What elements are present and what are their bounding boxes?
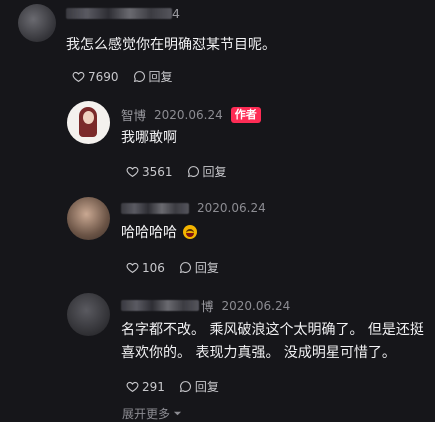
comment-text: 我怎么感觉你在明确怼某节目呢。 [66, 37, 276, 53]
reply-icon [187, 166, 199, 178]
heart-icon [72, 71, 85, 83]
reply-icon [179, 381, 191, 393]
like-button[interactable]: 106 [126, 261, 165, 275]
like-count: 7690 [88, 69, 119, 84]
reply-label: 回复 [194, 380, 219, 394]
like-button[interactable]: 7690 [72, 70, 119, 84]
comment-date: 2020.06.24 [221, 298, 291, 313]
blurred-username[interactable] [121, 300, 199, 311]
reply-button[interactable]: 回复 [179, 259, 219, 276]
reply-icon [133, 71, 145, 83]
reply-icon [179, 262, 191, 274]
comment-date: 2020.06.24 [197, 201, 266, 215]
comment-text: 哈哈哈哈 [121, 222, 198, 245]
like-count: 291 [142, 379, 165, 394]
avatar[interactable] [67, 293, 110, 336]
username-suffix: 4 [172, 6, 180, 21]
reply-button[interactable]: 回复 [187, 163, 227, 180]
heart-icon [126, 381, 139, 393]
heart-icon [126, 166, 139, 178]
blurred-username[interactable] [66, 8, 172, 19]
reply-button[interactable]: 回复 [133, 68, 173, 85]
laughing-face-icon [183, 225, 198, 239]
expand-more-button[interactable]: 展开更多 [122, 405, 182, 422]
avatar[interactable] [67, 101, 110, 144]
blurred-username[interactable] [121, 202, 189, 214]
expand-more-label: 展开更多 [122, 407, 171, 421]
username-suffix: 博 [201, 299, 214, 314]
comment-date: 2020.06.24 [154, 107, 223, 122]
reply-label: 回复 [194, 261, 219, 275]
heart-icon [126, 262, 139, 274]
comment-text: 我哪敢啊 [121, 130, 177, 146]
avatar[interactable] [67, 197, 110, 240]
comment-text: 名字都不改。 乘风破浪这个太明确了。 但是还挺 喜欢你的。 表现力真强。 没成明… [121, 322, 424, 361]
like-button[interactable]: 291 [126, 380, 165, 394]
avatar[interactable] [18, 4, 56, 42]
reply-button[interactable]: 回复 [179, 378, 219, 395]
author-badge: 作者 [230, 106, 261, 123]
reply-label: 回复 [202, 165, 227, 179]
like-count: 3561 [142, 164, 173, 179]
like-button[interactable]: 3561 [126, 165, 173, 179]
chevron-down-icon [173, 411, 182, 416]
username[interactable]: 智博 [121, 105, 146, 124]
like-count: 106 [142, 260, 165, 275]
reply-label: 回复 [148, 70, 173, 84]
